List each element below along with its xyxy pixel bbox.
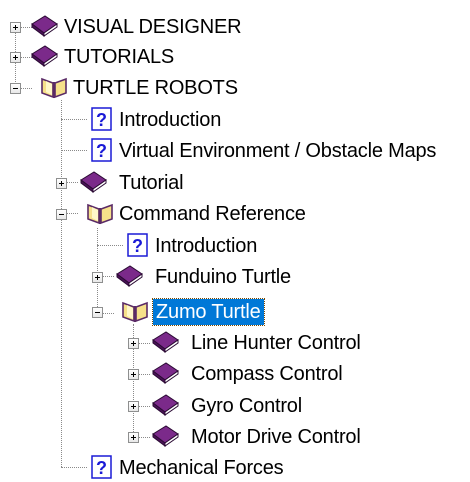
closed-book-icon (31, 15, 58, 37)
expand-toggle[interactable] (128, 369, 139, 380)
svg-text:?: ? (96, 141, 107, 161)
open-book-icon (122, 301, 148, 323)
help-page-icon: ? (127, 233, 148, 257)
expand-toggle[interactable] (128, 401, 139, 412)
expand-toggle[interactable] (128, 432, 139, 443)
expand-toggle[interactable] (10, 22, 21, 33)
closed-book-icon (31, 45, 58, 67)
help-page-icon: ? (91, 455, 112, 479)
tree-node-label[interactable]: TURTLE ROBOTS (70, 75, 241, 101)
tree-node-label[interactable]: Tutorial (116, 170, 186, 196)
collapse-toggle[interactable] (10, 83, 21, 94)
tree-node-command-reference[interactable]: Command Reference (0, 199, 470, 229)
svg-text:?: ? (132, 236, 143, 256)
tree-node-label[interactable]: Virtual Environment / Obstacle Maps (116, 138, 439, 164)
tree-node-line-hunter-control[interactable]: Line Hunter Control (0, 328, 470, 358)
tree-node-tutorial[interactable]: Tutorial (0, 168, 470, 198)
expand-toggle[interactable] (10, 52, 21, 63)
tree-node-virtual-environment[interactable]: ? Virtual Environment / Obstacle Maps (0, 136, 470, 166)
tree-node-motor-drive-control[interactable]: Motor Drive Control (0, 422, 470, 452)
tree-node-label[interactable]: Mechanical Forces (116, 455, 286, 481)
tree-node-label[interactable]: VISUAL DESIGNER (61, 14, 244, 40)
closed-book-icon (152, 394, 179, 416)
tree-node-label[interactable]: Funduino Turtle (152, 264, 294, 290)
tree-node-label[interactable]: Command Reference (116, 201, 309, 227)
closed-book-icon (152, 425, 179, 447)
tree-node-label[interactable]: Motor Drive Control (188, 424, 364, 450)
tree-node-label[interactable]: Line Hunter Control (188, 330, 364, 356)
tree-node-label[interactable]: Introduction (116, 107, 224, 133)
tree-node-funduino-turtle[interactable]: Funduino Turtle (0, 262, 470, 292)
closed-book-icon (152, 331, 179, 353)
svg-text:?: ? (96, 110, 107, 130)
expand-toggle[interactable] (128, 338, 139, 349)
help-page-icon: ? (91, 138, 112, 162)
tree-node-label[interactable]: Gyro Control (188, 393, 305, 419)
help-topics-tree[interactable]: VISUAL DESIGNER TUTORIALS TURTLE ROBOTS … (0, 0, 470, 482)
help-page-icon: ? (91, 107, 112, 131)
tree-node-visual-designer[interactable]: VISUAL DESIGNER (0, 12, 470, 42)
collapse-toggle[interactable] (92, 307, 103, 318)
open-book-icon (41, 77, 67, 99)
tree-node-introduction[interactable]: ? Introduction (0, 105, 470, 135)
tree-node-label[interactable]: Introduction (152, 233, 260, 259)
open-book-icon (87, 203, 113, 225)
tree-node-turtle-robots[interactable]: TURTLE ROBOTS (0, 73, 470, 103)
svg-text:?: ? (96, 458, 107, 478)
tree-node-label-selected[interactable]: Zumo Turtle (152, 298, 265, 326)
tree-node-introduction[interactable]: ? Introduction (0, 231, 470, 261)
tree-node-label[interactable]: TUTORIALS (61, 44, 177, 70)
tree-node-mechanical-forces[interactable]: ? Mechanical Forces (0, 453, 470, 482)
tree-node-label[interactable]: Compass Control (188, 361, 346, 387)
tree-node-tutorials[interactable]: TUTORIALS (0, 42, 470, 72)
expand-toggle[interactable] (56, 178, 67, 189)
tree-node-gyro-control[interactable]: Gyro Control (0, 391, 470, 421)
tree-node-compass-control[interactable]: Compass Control (0, 359, 470, 389)
closed-book-icon (80, 171, 107, 193)
closed-book-icon (152, 362, 179, 384)
tree-node-zumo-turtle[interactable]: Zumo Turtle (0, 296, 470, 326)
closed-book-icon (116, 265, 143, 287)
collapse-toggle[interactable] (56, 209, 67, 220)
expand-toggle[interactable] (92, 272, 103, 283)
